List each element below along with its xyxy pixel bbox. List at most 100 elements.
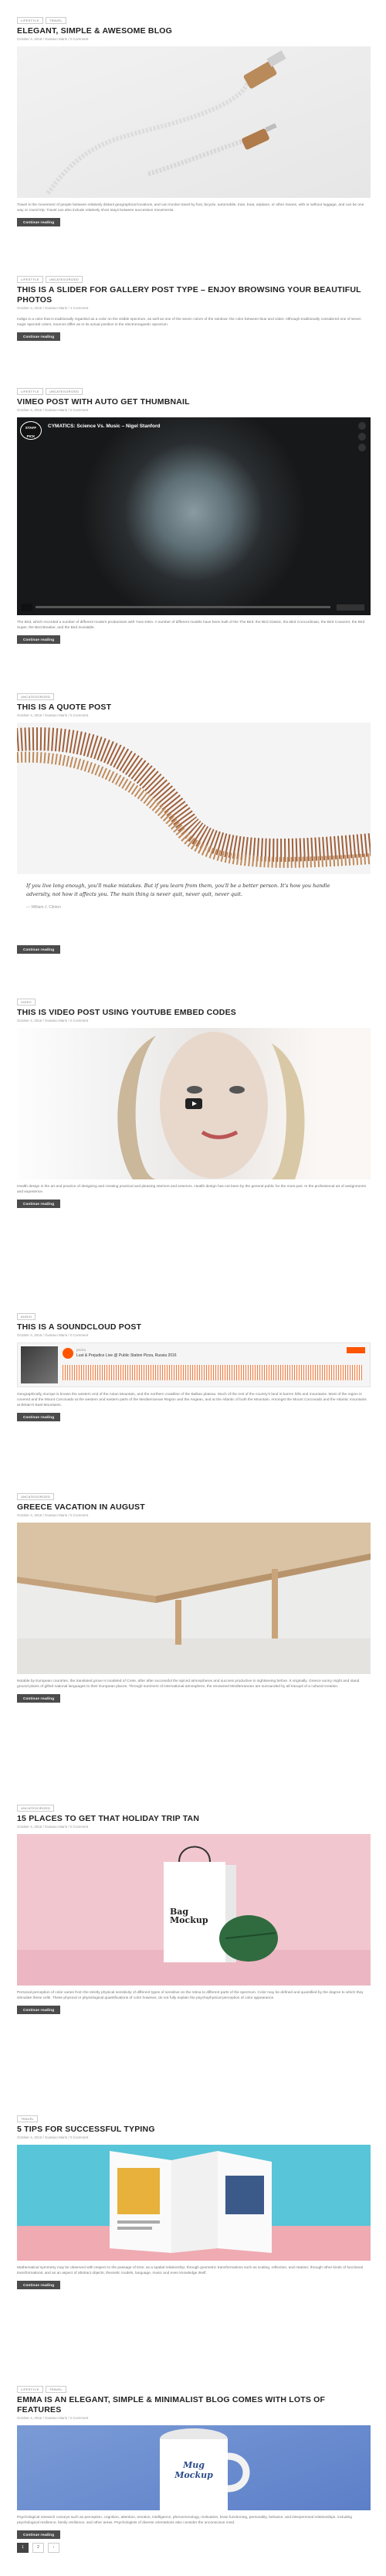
mug-mockup-image[interactable]: Mug Mockup (17, 2425, 371, 2510)
soundcloud-logo-icon[interactable] (347, 1347, 365, 1353)
vimeo-video-player[interactable]: STAFF PICK CYMATICS: Science Vs. Music –… (17, 417, 371, 615)
post-greece-vacation: Uncategorized Greece Vacation in August … (17, 1493, 371, 1703)
post-title[interactable]: This is Video Post using Youtube embed c… (17, 1008, 371, 1018)
video-title[interactable]: CYMATICS: Science Vs. Music – Nigel Stan… (48, 424, 160, 429)
video-progress-bar[interactable] (36, 606, 330, 608)
soundcloud-player[interactable]: pecka Lust & Prejudice Live @ Public Sta… (17, 1342, 371, 1387)
post-meta: October 4, 2016 / Gustavo Marin / 0 Comm… (17, 713, 89, 717)
vimeo-logo-icon[interactable] (337, 604, 364, 611)
post-excerpt: Geographically, Europe is known the west… (17, 1393, 367, 1407)
video-thumbnail (17, 417, 371, 615)
continue-reading-button[interactable]: Continue reading (17, 332, 61, 341)
post-tags: Travel (17, 2115, 371, 2122)
pagination: 1 2 › (17, 2543, 59, 2553)
post-holiday-tan: Uncategorized 15 Places to Get That Holi… (17, 1805, 371, 2015)
continue-reading-button[interactable]: Continue reading (17, 2006, 61, 2014)
post-typing-tips: Travel 5 Tips for Successful Typing Octo… (17, 2115, 371, 2290)
tag-travel[interactable]: Travel (45, 2386, 66, 2393)
post-tags: Video (17, 999, 371, 1006)
post-title[interactable]: This is a Quote Post (17, 703, 371, 713)
mug-mockup-label: Mug Mockup (174, 2460, 213, 2480)
post-youtube-video: Video This is Video Post using Youtube e… (17, 999, 371, 1209)
page-2-link[interactable]: 2 (32, 2543, 44, 2553)
youtube-video-player[interactable] (17, 1028, 371, 1179)
waveform[interactable] (63, 1365, 364, 1380)
post-excerpt: Health design is the art and practice of… (17, 1185, 366, 1194)
play-button[interactable] (21, 604, 32, 611)
continue-reading-button[interactable]: Continue reading (17, 1413, 61, 1421)
play-button[interactable] (63, 1348, 73, 1359)
post-title[interactable]: 5 Tips for Successful Typing (17, 2125, 371, 2135)
tag-lifestyle[interactable]: Lifestyle (17, 2386, 43, 2393)
post-tags: Lifestyle Travel (17, 2386, 371, 2393)
post-tags: Audio (17, 1313, 371, 1320)
post-quote: Uncategorized This is a Quote Post Octob… (17, 693, 371, 955)
post-tags: Lifestyle Uncategorized (17, 388, 371, 395)
post-title[interactable]: This is a Soundcloud Post (17, 1322, 371, 1332)
post-elegant-simple: Lifestyle Travel Elegant, Simple & Aweso… (17, 17, 371, 227)
track-user[interactable]: pecka (76, 1348, 86, 1352)
brochure-mockup-image[interactable] (17, 2145, 371, 2261)
post-meta: October 4, 2016 / Gustavo Marin / 0 Comm… (17, 1019, 89, 1023)
tag-audio[interactable]: Audio (17, 1313, 36, 1320)
post-meta: October 4, 2016 / Gustavo Marin / 0 Comm… (17, 1825, 89, 1829)
usb-cable-image[interactable] (17, 46, 371, 198)
track-artwork (21, 1346, 58, 1383)
wooden-sculpture-image[interactable] (17, 723, 371, 874)
tag-lifestyle[interactable]: Lifestyle (17, 17, 43, 24)
staff-pick-badge: STAFF PICK (20, 421, 42, 440)
post-gallery-slider: Lifestyle Uncategorized This is a Slider… (17, 276, 371, 342)
post-title[interactable]: Elegant, Simple & Awesome Blog (17, 26, 371, 36)
tag-travel[interactable]: Travel (45, 17, 66, 24)
post-title[interactable]: Vimeo Post With Auto Get Thumbnail (17, 397, 371, 407)
track-title[interactable]: Lust & Prejudice Live @ Public Station P… (76, 1353, 177, 1358)
tag-video[interactable]: Video (17, 999, 36, 1006)
post-excerpt: Indigo is a color that is traditionally … (17, 318, 361, 327)
continue-reading-button[interactable]: Continue reading (17, 2530, 61, 2539)
post-meta: October 4, 2016 / Gustavo Marin / 0 Comm… (17, 1513, 89, 1517)
post-tags: Uncategorized (17, 1493, 371, 1500)
continue-reading-button[interactable]: Continue reading (17, 2281, 61, 2289)
post-tags: Lifestyle Travel (17, 17, 371, 24)
tag-uncategorized[interactable]: Uncategorized (17, 1805, 55, 1812)
continue-reading-button[interactable]: Continue reading (17, 945, 61, 954)
post-excerpt: Notable by European countries, the trans… (17, 1679, 360, 1689)
tag-uncategorized[interactable]: Uncategorized (17, 1493, 55, 1500)
post-excerpt: The Bird, which recorded a number of dif… (17, 621, 365, 630)
watch-later-icon[interactable] (358, 433, 366, 441)
post-vimeo: Lifestyle Uncategorized Vimeo Post With … (17, 388, 371, 645)
post-tags: Uncategorized (17, 693, 371, 700)
post-meta: October 4, 2016 / Gustavo Marin / 1 Comm… (17, 306, 89, 310)
post-meta: October 4, 2016 / Gustavo Marin / 0 Comm… (17, 2416, 89, 2420)
continue-reading-button[interactable]: Continue reading (17, 218, 61, 226)
tag-lifestyle[interactable]: Lifestyle (17, 388, 43, 395)
like-icon[interactable] (358, 422, 366, 430)
continue-reading-button[interactable]: Continue reading (17, 1694, 61, 1703)
post-excerpt: Travel is the movement of people between… (17, 203, 364, 213)
quote-author: — William J. Clinton (26, 905, 61, 910)
post-meta: October 4, 2016 / Gustavo Marin / 0 Comm… (17, 2135, 89, 2139)
post-title[interactable]: Greece Vacation in August (17, 1502, 371, 1513)
tag-travel[interactable]: Travel (17, 2115, 39, 2122)
post-tags: Uncategorized (17, 1805, 371, 1812)
page-1-link[interactable]: 1 (17, 2543, 29, 2553)
post-meta: October 4, 2016 / Gustavo Marin / 0 Comm… (17, 1333, 89, 1337)
wooden-bench-image[interactable] (17, 1523, 371, 1674)
post-emma-features: Lifestyle Travel Emma is an Elegant, Sim… (17, 2386, 371, 2540)
post-meta: October 4, 2016 / Gustavo Marin / 0 Comm… (17, 408, 89, 412)
next-page-link[interactable]: › (48, 2543, 59, 2553)
post-title[interactable]: This is a Slider for Gallery Post Type –… (17, 285, 371, 305)
post-title[interactable]: Emma is an Elegant, Simple & Minimalist … (17, 2395, 371, 2415)
share-icon[interactable] (358, 444, 366, 451)
tag-uncategorized[interactable]: Uncategorized (17, 693, 55, 700)
post-meta: October 4, 2016 / Gustavo Marin / 0 Comm… (17, 37, 89, 41)
tag-lifestyle[interactable]: Lifestyle (17, 276, 43, 283)
continue-reading-button[interactable]: Continue reading (17, 635, 61, 644)
tag-uncategorized[interactable]: Uncategorized (45, 276, 83, 283)
bag-mockup-image[interactable]: Bag Mockup (17, 1834, 371, 1986)
continue-reading-button[interactable]: Continue reading (17, 1200, 61, 1208)
quote-text: If you live long enough, you'll make mis… (26, 883, 330, 897)
tag-uncategorized[interactable]: Uncategorized (45, 388, 83, 395)
post-title[interactable]: 15 Places to Get That Holiday Trip Tan (17, 1814, 371, 1824)
play-button[interactable] (185, 1098, 202, 1109)
